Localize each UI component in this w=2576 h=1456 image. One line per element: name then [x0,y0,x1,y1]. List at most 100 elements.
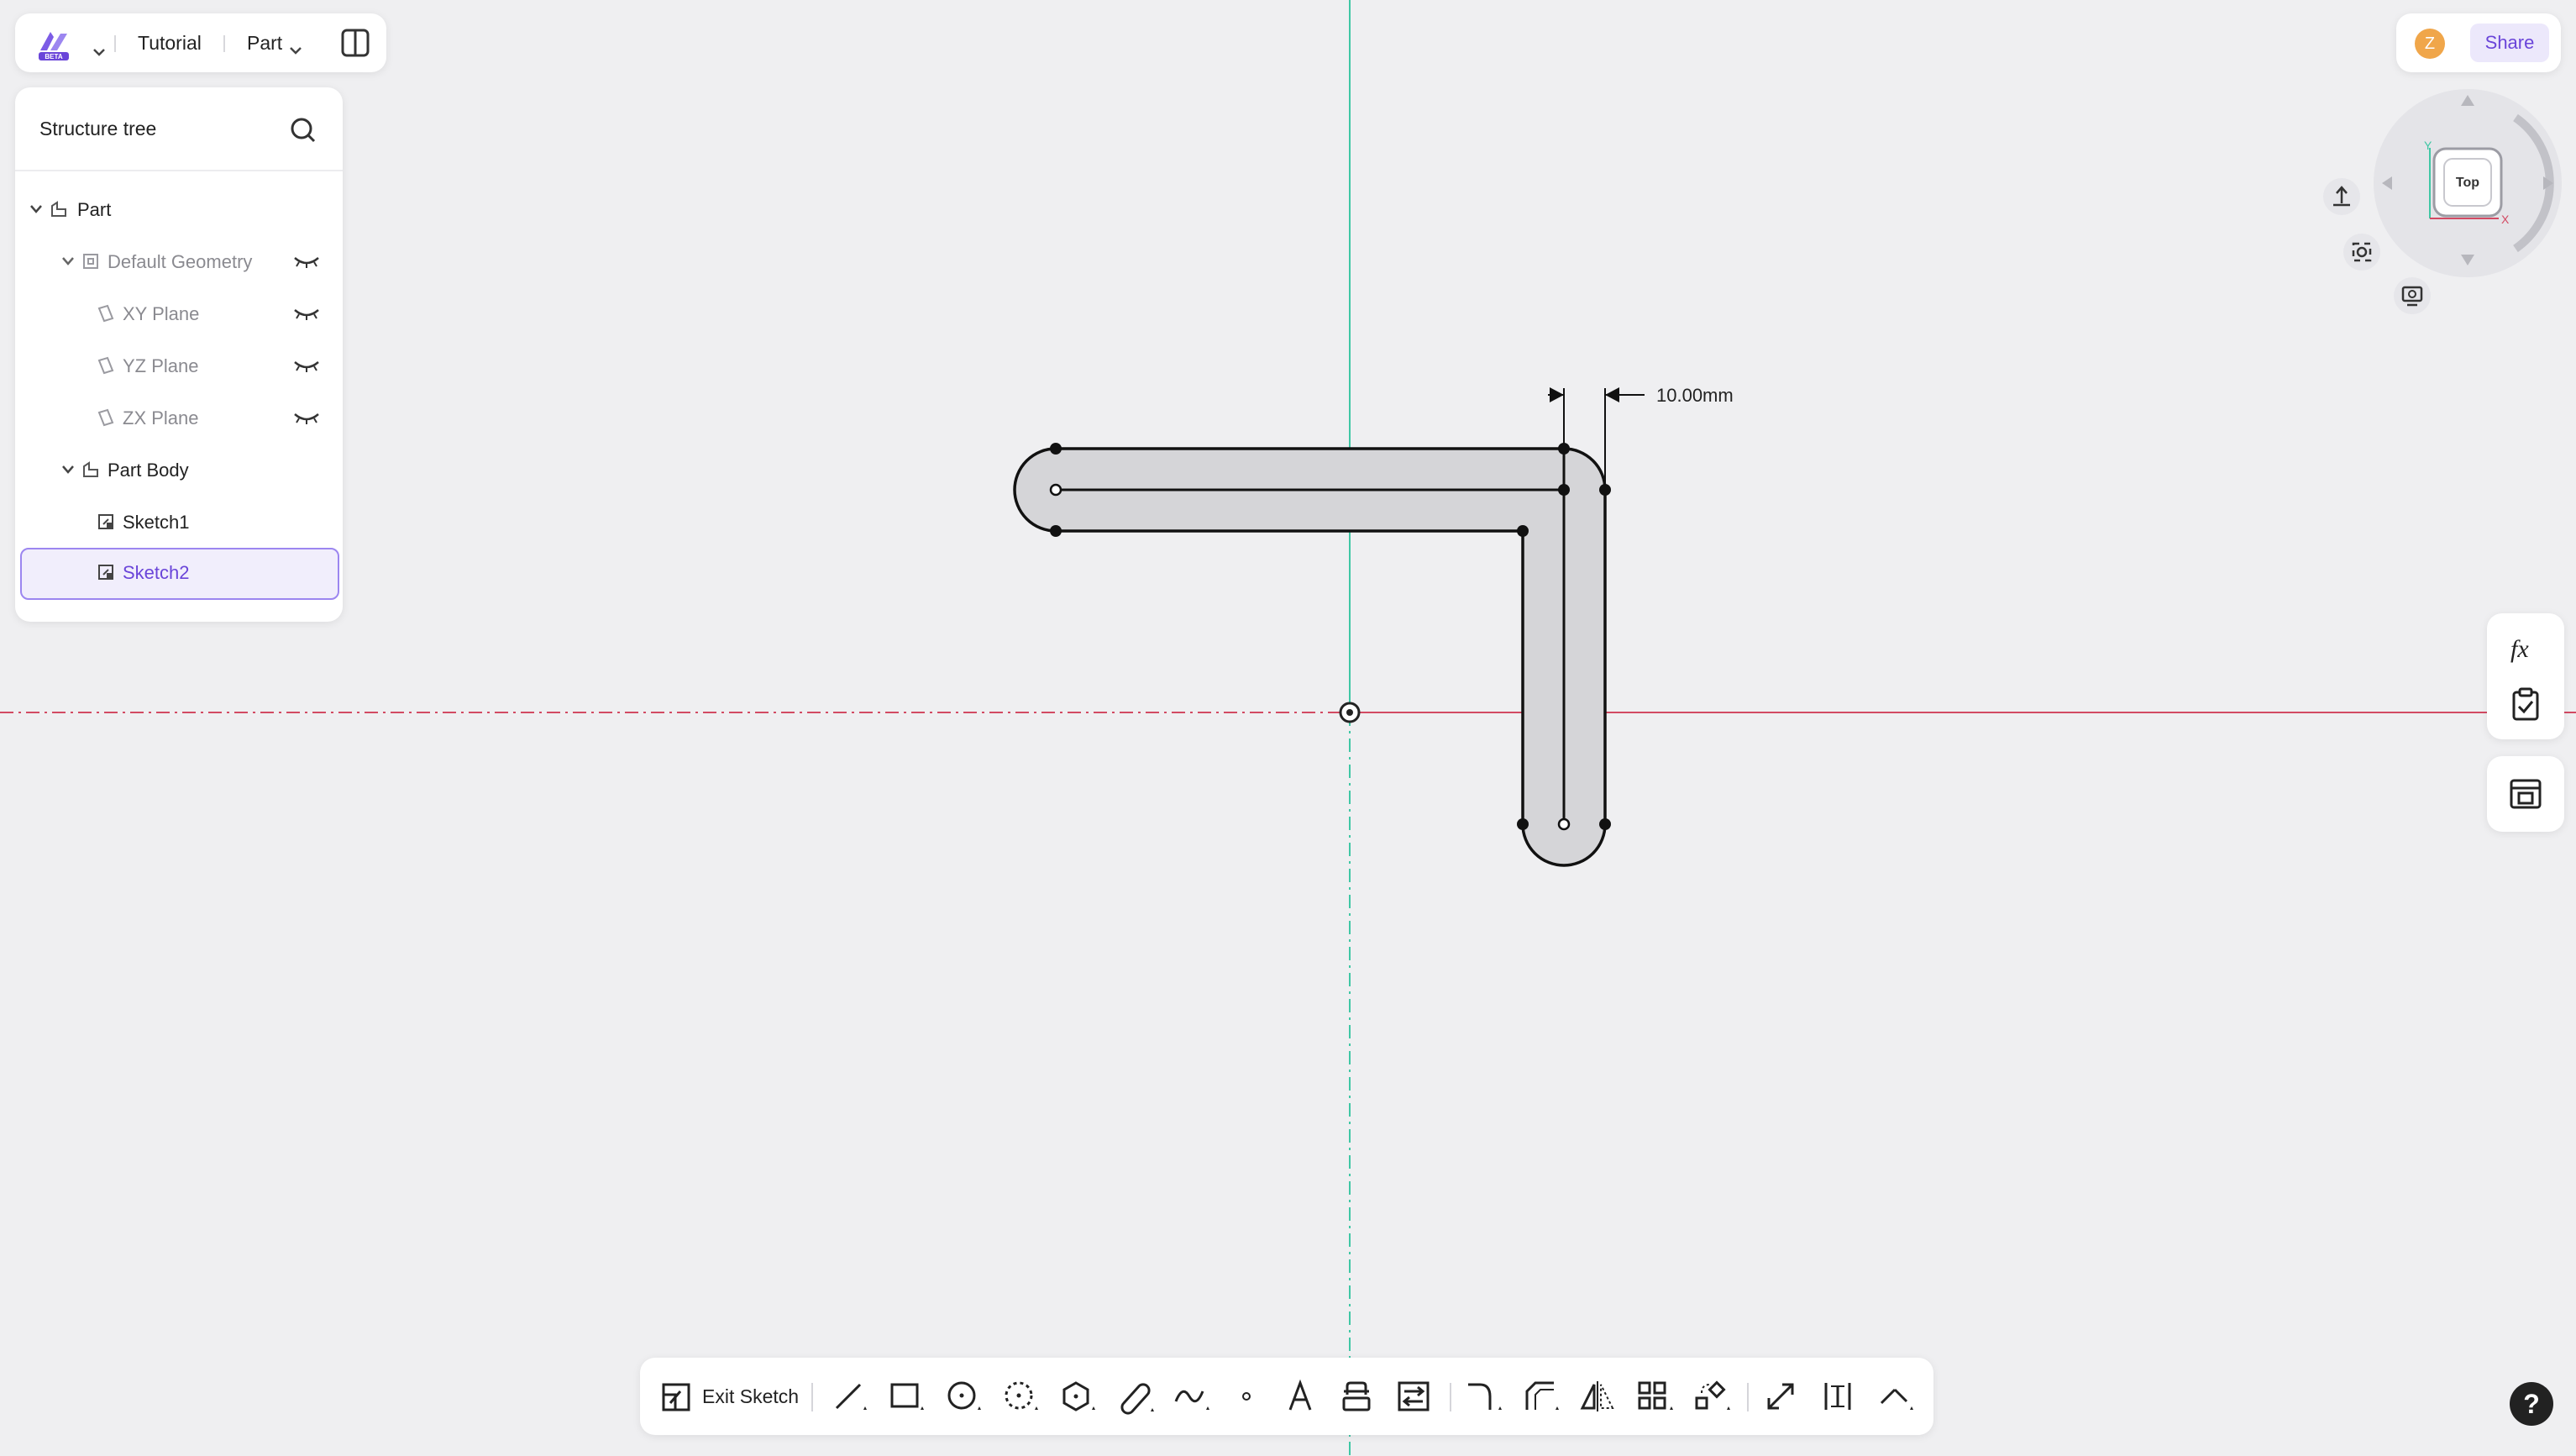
body-icon [83,461,98,477]
sketch-point [1050,443,1062,455]
chevron-down-icon[interactable] [289,45,302,55]
view-home-icon[interactable] [2323,178,2360,215]
panel-title: Structure tree [39,118,157,139]
eye-closed-icon[interactable] [292,357,321,374]
eye-closed-icon[interactable] [292,305,321,322]
chamfer-tool-icon[interactable] [1522,1378,1562,1415]
tree-item-label: YZ Plane [123,355,199,376]
arc-tool-icon[interactable] [1001,1378,1041,1415]
table-icon[interactable] [2509,778,2542,810]
app-logo-icon[interactable]: BETA [35,25,72,62]
view-cube[interactable]: Top Y X [2374,89,2562,277]
tree-item-sketch1[interactable]: Sketch1 [15,499,343,546]
mirror-tool-icon[interactable] [1579,1378,1619,1415]
chevron-down-icon[interactable] [60,255,76,267]
right-tool-panel [2487,756,2564,832]
view-face-label: Top [2456,176,2479,190]
right-tool-panel: fx [2487,613,2564,739]
text-tool-icon[interactable] [1282,1378,1322,1415]
slot-profile[interactable] [1013,447,1607,867]
tree-item-label: XY Plane [123,303,200,324]
tree-item-part[interactable]: Part [15,187,343,234]
tree-item-zx-plane[interactable]: ZX Plane [15,395,343,442]
tree-item-label: Part [77,199,112,220]
tree-item-default-geometry[interactable]: Default Geometry [15,239,343,286]
tree-header: Structure tree [15,87,343,171]
point-tool-icon[interactable] [1228,1378,1268,1415]
svg-text:fx: fx [2510,635,2529,663]
transform-tool-icon[interactable] [1693,1378,1734,1415]
top-app-bar: BETA Tutorial Part [15,13,386,72]
eye-closed-icon[interactable] [292,253,321,270]
tree-item-yz-plane[interactable]: YZ Plane [15,343,343,390]
tree-item-label: ZX Plane [123,407,199,428]
tree-item-label: Default Geometry [108,251,253,272]
tree-item-part-body[interactable]: Part Body [15,447,343,494]
circle-tool-icon[interactable] [944,1378,984,1415]
exit-sketch-button[interactable]: Exit Sketch [658,1378,799,1415]
constraint-tool-icon[interactable] [1876,1378,1917,1415]
tree-item-label: Part Body [108,460,189,481]
avatar[interactable]: Z [2415,29,2445,59]
mode-selector[interactable]: Part [247,32,282,55]
divider [1747,1383,1749,1411]
formula-icon[interactable]: fx [2507,632,2544,665]
plane-icon [97,408,114,427]
panel-toggle-icon[interactable] [339,27,371,59]
axis-y-label: Y [2424,139,2432,152]
line-tool-icon[interactable] [830,1378,870,1415]
part-icon [51,201,66,217]
plane-icon [97,356,114,375]
divider [811,1383,813,1411]
slot-center-point[interactable] [1049,483,1062,497]
tree-item-label: Sketch2 [123,562,190,583]
display-mode-icon[interactable] [2394,277,2431,314]
divider [223,35,225,52]
help-button[interactable]: ? [2510,1382,2553,1426]
chevron-down-icon[interactable] [29,203,44,215]
structure-tree-panel: Structure tree Part Default Geometry XY … [15,87,343,622]
project-name[interactable]: Tutorial [138,32,202,55]
search-icon[interactable] [289,116,317,145]
exit-sketch-icon [662,1383,690,1411]
axis-x-label: X [2501,213,2510,226]
eye-closed-icon[interactable] [292,409,321,426]
rectangle-tool-icon[interactable] [887,1378,927,1415]
beta-badge: BETA [45,53,62,60]
tree-item-label: Sketch1 [123,512,190,533]
project-tool-icon[interactable] [1394,1378,1435,1415]
divider [114,35,116,52]
offset-tool-icon[interactable] [1337,1378,1377,1415]
sketch-point [1517,818,1529,830]
polygon-tool-icon[interactable] [1058,1378,1099,1415]
geometry-folder-icon [83,254,98,269]
exit-sketch-label: Exit Sketch [702,1385,800,1407]
sketch-point [1599,818,1611,830]
sketch-icon [98,514,113,529]
sketch-point [1050,525,1062,537]
chevron-down-icon[interactable] [60,464,76,476]
slot-center-point[interactable] [1557,817,1571,831]
divider [1450,1383,1451,1411]
pattern-tool-icon[interactable] [1636,1378,1676,1415]
sketch-icon [98,565,113,580]
checklist-icon[interactable] [2510,687,2541,723]
dimension-value[interactable]: 10.00mm [1656,385,1734,406]
slot-tool-icon[interactable] [1115,1378,1156,1415]
sketch-point [1558,484,1570,496]
sketch-toolbar: Exit Sketch [640,1358,1933,1435]
origin-dot [1346,709,1353,716]
sketch-canvas[interactable]: 10.00mm Top Y X [0,0,2576,1456]
extend-tool-icon[interactable] [1762,1378,1802,1415]
tree-item-sketch2[interactable]: Sketch2 [20,548,339,600]
sketch-point [1517,525,1529,537]
chevron-down-icon[interactable] [92,47,106,57]
zoom-fit-icon[interactable] [2343,234,2380,271]
share-button[interactable]: Share [2470,24,2549,62]
tree-item-xy-plane[interactable]: XY Plane [15,291,343,338]
fillet-tool-icon[interactable] [1465,1378,1505,1415]
top-right-bar: Z Share [2396,13,2561,72]
dimension-tool-icon[interactable] [1819,1378,1860,1415]
spline-tool-icon[interactable] [1173,1378,1213,1415]
plane-icon [97,304,114,323]
